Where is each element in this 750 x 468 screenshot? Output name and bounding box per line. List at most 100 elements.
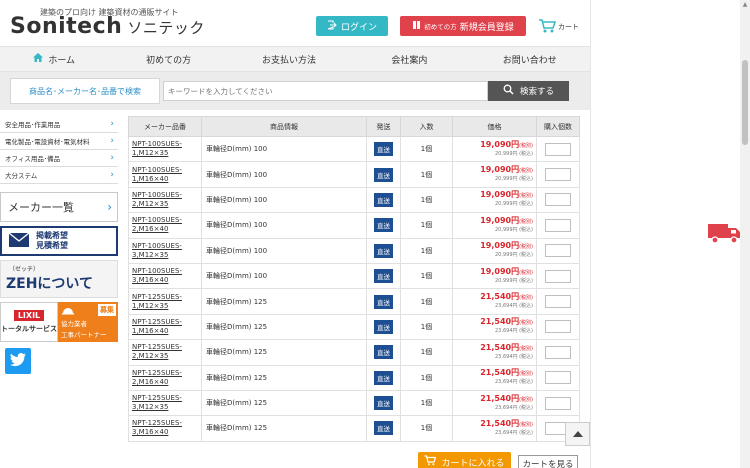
sidebar-item-office[interactable]: オフィス用品･備品 ›	[0, 150, 118, 167]
order-cell	[536, 135, 580, 163]
register-button[interactable]: 初めての方 新規会員登録	[400, 16, 526, 36]
product-code-link[interactable]: NPT-125SUES- 1,M12×35	[128, 288, 202, 315]
price-incl-tax: 20,999円 (税込)	[495, 226, 533, 233]
nav-item-company[interactable]: 会社案内	[349, 47, 469, 71]
table-row: NPT-125SUES- 3,M16×40 車輪径D(mm) 125 直送 1個…	[128, 415, 580, 442]
table-row: NPT-100SUES- 1,M12×35 車輪径D(mm) 100 直送 1個…	[128, 135, 580, 163]
partner-line2: 工事パートナー	[61, 331, 107, 339]
product-code-line2: 1,M12×35	[132, 301, 169, 310]
order-quantity-input[interactable]	[545, 269, 571, 283]
partner-recruit-banner[interactable]: 募集 協力業者 工事パートナー	[58, 302, 118, 342]
ship-cell: 直送	[366, 364, 401, 391]
price-value: 21,540円	[480, 342, 520, 352]
price-excl-tax: 21,540円(税別)	[453, 369, 533, 378]
search-bar: 商品名･メーカー名･品番で検索 検索する	[0, 72, 590, 110]
nav-label: 初めての方	[146, 55, 192, 66]
order-quantity-input[interactable]	[545, 320, 571, 334]
add-to-cart-button[interactable]: カートに入れる	[418, 452, 511, 468]
order-quantity-input[interactable]	[545, 142, 571, 156]
view-cart-button[interactable]: カートを見る	[518, 455, 578, 468]
ship-cell: 直送	[366, 313, 401, 341]
product-code-line1: NPT-100SUES-	[132, 216, 182, 225]
product-info: 車輪径D(mm) 100	[201, 212, 367, 239]
ship-cell: 直送	[366, 339, 401, 366]
product-code-line2: 3,M16×40	[132, 428, 169, 437]
price-cell: 19,090円(税別) 20,999円 (税込)	[452, 161, 537, 188]
nav-item-payment[interactable]: お支払い方法	[229, 47, 349, 71]
price-value: 19,090円	[480, 241, 520, 251]
maker-list-link[interactable]: メーカー一覧 ›	[0, 192, 118, 222]
direct-ship-badge: 直送	[374, 192, 393, 207]
nav-item-home[interactable]: ホーム	[0, 47, 108, 71]
search-button[interactable]: 検索する	[488, 81, 569, 101]
product-code-link[interactable]: NPT-100SUES- 3,M12×35	[128, 237, 202, 264]
scroll-up-arrow-icon[interactable]: ▲	[741, 1, 749, 9]
site-logo[interactable]: Sonitech ソニテック	[10, 14, 205, 39]
cart-icon	[538, 18, 557, 36]
product-info: 車輪径D(mm) 125	[201, 415, 367, 442]
order-quantity-input[interactable]	[545, 345, 571, 359]
logo-kana: ソニテック	[127, 19, 205, 37]
listing-request-banner[interactable]: 掲載希望 見積希望	[0, 226, 118, 256]
product-code-link[interactable]: NPT-125SUES- 1,M16×40	[128, 313, 202, 341]
sidebar-item-system[interactable]: 大分ステム ›	[0, 167, 118, 184]
product-code-link[interactable]: NPT-100SUES- 1,M16×40	[128, 161, 202, 188]
nav-item-contact[interactable]: お問い合わせ	[470, 47, 590, 71]
scrollbar-thumb[interactable]	[742, 60, 748, 145]
zeh-banner[interactable]: （ゼッチ） ZEHについて	[0, 260, 118, 298]
price-incl-tax: 20,999円 (税込)	[495, 176, 533, 183]
product-code-line1: NPT-100SUES-	[132, 190, 182, 199]
price-excl-tax: 19,090円(税別)	[453, 267, 533, 277]
order-quantity-input[interactable]	[545, 244, 571, 258]
search-input[interactable]	[163, 81, 488, 101]
order-quantity-input[interactable]	[545, 193, 571, 207]
product-code-line2: 2,M12×35	[132, 352, 169, 361]
product-code-link[interactable]: NPT-125SUES- 2,M16×40	[128, 364, 202, 391]
price-excl-tax: 19,090円(税別)	[453, 242, 533, 251]
product-code-line2: 1,M16×40	[132, 326, 169, 335]
pack-quantity: 1個	[400, 389, 453, 417]
mail-icon	[8, 232, 30, 250]
sidebar-item-electric[interactable]: 電化製品･電設資材･電気材料 ›	[0, 133, 118, 150]
price-excl-tax: 19,090円(税別)	[453, 166, 533, 175]
nav-label: お支払い方法	[261, 55, 316, 66]
order-quantity-input[interactable]	[545, 168, 571, 182]
cart-label: カート	[558, 23, 579, 31]
price-incl-tax: 23,694円 (税込)	[495, 353, 533, 360]
price-excl-tax: 19,090円(税別)	[453, 216, 533, 226]
search-button-label: 検索する	[519, 87, 554, 97]
zeh-banner-sub: （ゼッチ）	[9, 266, 40, 273]
lixil-logo: LIXIL	[13, 310, 45, 321]
sidebar: 安全用品･作業用品 › 電化製品･電設資材･電気材料 › オフィス用品･備品 ›…	[0, 116, 118, 374]
product-code-link[interactable]: NPT-100SUES- 2,M12×35	[128, 186, 202, 214]
price-excl-tax: 21,540円(税別)	[453, 293, 533, 302]
product-code-link[interactable]: NPT-125SUES- 3,M12×35	[128, 389, 202, 417]
price-cell: 21,540円(税別) 23,694円 (税込)	[452, 339, 537, 366]
login-button[interactable]: ログイン	[316, 16, 388, 36]
delivery-truck-icon[interactable]	[708, 220, 742, 248]
add-to-cart-label: カートに入れる	[441, 458, 505, 468]
sidebar-item-safety[interactable]: 安全用品･作業用品 ›	[0, 116, 118, 133]
site-header: 建築のプロ向け 建築資材の通販サイト Sonitech ソニテック ログイン 初め…	[0, 0, 590, 46]
product-code-link[interactable]: NPT-100SUES- 3,M16×40	[128, 262, 202, 290]
nav-label: 会社案内	[391, 55, 428, 66]
scroll-to-top-button[interactable]	[565, 422, 590, 446]
nav-label: お問い合わせ	[502, 55, 557, 66]
order-quantity-input[interactable]	[545, 371, 571, 385]
product-info: 車輪径D(mm) 100	[201, 186, 367, 214]
product-code-link[interactable]: NPT-125SUES- 3,M16×40	[128, 415, 202, 442]
order-quantity-input[interactable]	[545, 396, 571, 410]
product-code-link[interactable]: NPT-100SUES- 2,M16×40	[128, 212, 202, 239]
header-cart-link[interactable]: カート	[538, 18, 579, 36]
direct-ship-badge: 直送	[374, 319, 393, 334]
price-incl-tax: 23,694円 (税込)	[495, 429, 533, 436]
order-quantity-input[interactable]	[545, 295, 571, 309]
order-cell	[536, 364, 580, 391]
twitter-link[interactable]	[5, 348, 31, 374]
nav-item-first-time[interactable]: 初めての方	[108, 47, 228, 71]
product-code-link[interactable]: NPT-100SUES- 1,M12×35	[128, 135, 202, 163]
lixil-service-banner[interactable]: LIXIL トータルサービス	[0, 302, 58, 342]
order-quantity-input[interactable]	[545, 218, 571, 232]
product-code-link[interactable]: NPT-125SUES- 2,M12×35	[128, 339, 202, 366]
price-value: 21,540円	[480, 292, 520, 302]
